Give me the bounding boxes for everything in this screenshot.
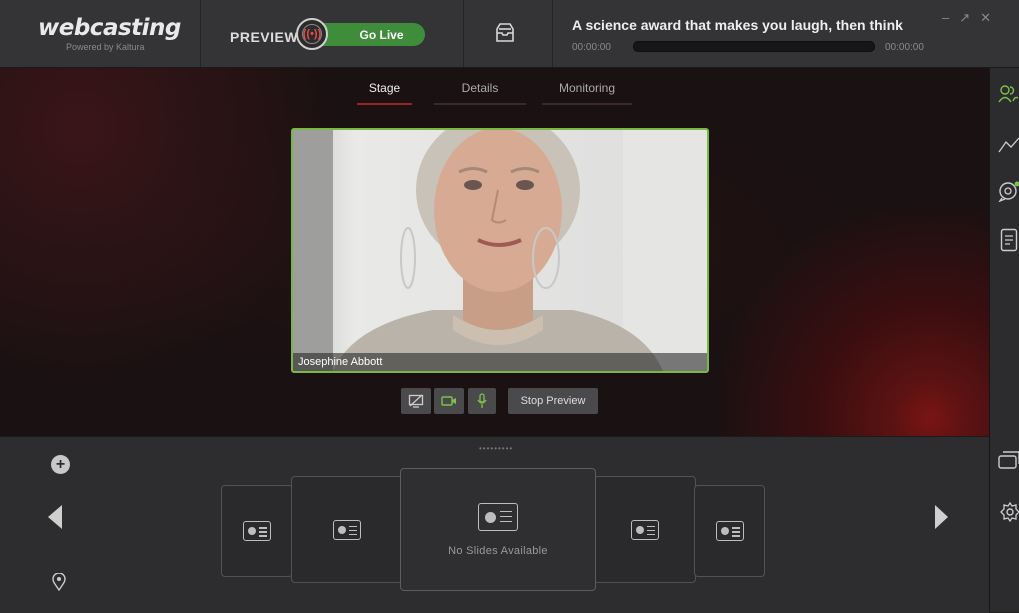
stream-progress-bar (633, 41, 875, 52)
minimize-icon[interactable]: – (942, 10, 959, 25)
previous-slide-icon[interactable] (48, 505, 62, 529)
speaker-name-tag: Josephine Abbott (293, 353, 707, 371)
stream-title: A science award that makes you laugh, th… (572, 17, 903, 33)
add-slide-button[interactable]: + (51, 455, 70, 474)
layout-icon[interactable] (998, 451, 1019, 469)
divider (200, 0, 201, 67)
slide-card-current[interactable]: No Slides Available (400, 468, 596, 591)
microphone-toggle-button[interactable] (468, 388, 496, 414)
slide-card[interactable] (694, 485, 765, 577)
go-live-button[interactable]: Go Live (318, 23, 425, 46)
slide-card[interactable] (221, 485, 293, 577)
maximize-icon[interactable]: ↗ (959, 10, 980, 25)
speaker-video-frame (293, 130, 707, 371)
next-slide-icon[interactable] (935, 505, 948, 529)
slide-card[interactable] (594, 476, 696, 583)
total-time: 00:00:00 (885, 42, 924, 53)
brand-subtitle: Powered by Kaltura (66, 42, 145, 52)
broadcast-icon[interactable]: ((•)) (296, 18, 328, 50)
slide-icon (478, 503, 518, 531)
settings-icon[interactable] (1000, 502, 1019, 522)
elapsed-time: 00:00:00 (572, 42, 611, 53)
analytics-icon[interactable] (998, 136, 1019, 154)
slide-icon (631, 520, 659, 540)
preview-label: PREVIEW (230, 29, 298, 45)
screen-share-off-icon (408, 394, 424, 408)
top-bar: webcasting Powered by Kaltura PREVIEW Go… (0, 0, 1019, 68)
resize-handle[interactable]: ••••••••• (479, 444, 513, 453)
slides-panel: ••••••••• + No Slides Available (0, 436, 989, 613)
slide-icon (333, 520, 361, 540)
tab-details[interactable]: Details (434, 81, 526, 105)
close-icon[interactable]: ✕ (980, 10, 1001, 25)
divider (552, 0, 553, 67)
share-screen-button[interactable] (401, 388, 431, 414)
camera-icon (441, 395, 457, 407)
tab-stage[interactable]: Stage (357, 81, 412, 105)
divider (463, 0, 464, 67)
tab-monitoring[interactable]: Monitoring (542, 81, 632, 105)
participants-icon[interactable] (998, 84, 1018, 104)
slide-icon (243, 521, 271, 541)
microphone-icon (476, 393, 488, 409)
inbox-icon[interactable] (493, 21, 517, 50)
no-slides-message: No Slides Available (448, 545, 548, 557)
stage-area: Stage Details Monitoring (0, 68, 989, 436)
stop-preview-button[interactable]: Stop Preview (508, 388, 598, 414)
chat-icon[interactable] (998, 180, 1019, 202)
video-preview: Josephine Abbott (291, 128, 709, 373)
slide-icon (716, 521, 744, 541)
camera-toggle-button[interactable] (434, 388, 464, 414)
brand-logo: webcasting (38, 15, 181, 41)
slide-card[interactable] (291, 476, 403, 583)
window-controls[interactable]: –↗✕ (942, 10, 1001, 26)
right-rail (989, 68, 1019, 612)
location-pin-icon[interactable] (52, 573, 66, 591)
notes-icon[interactable] (1000, 228, 1018, 252)
